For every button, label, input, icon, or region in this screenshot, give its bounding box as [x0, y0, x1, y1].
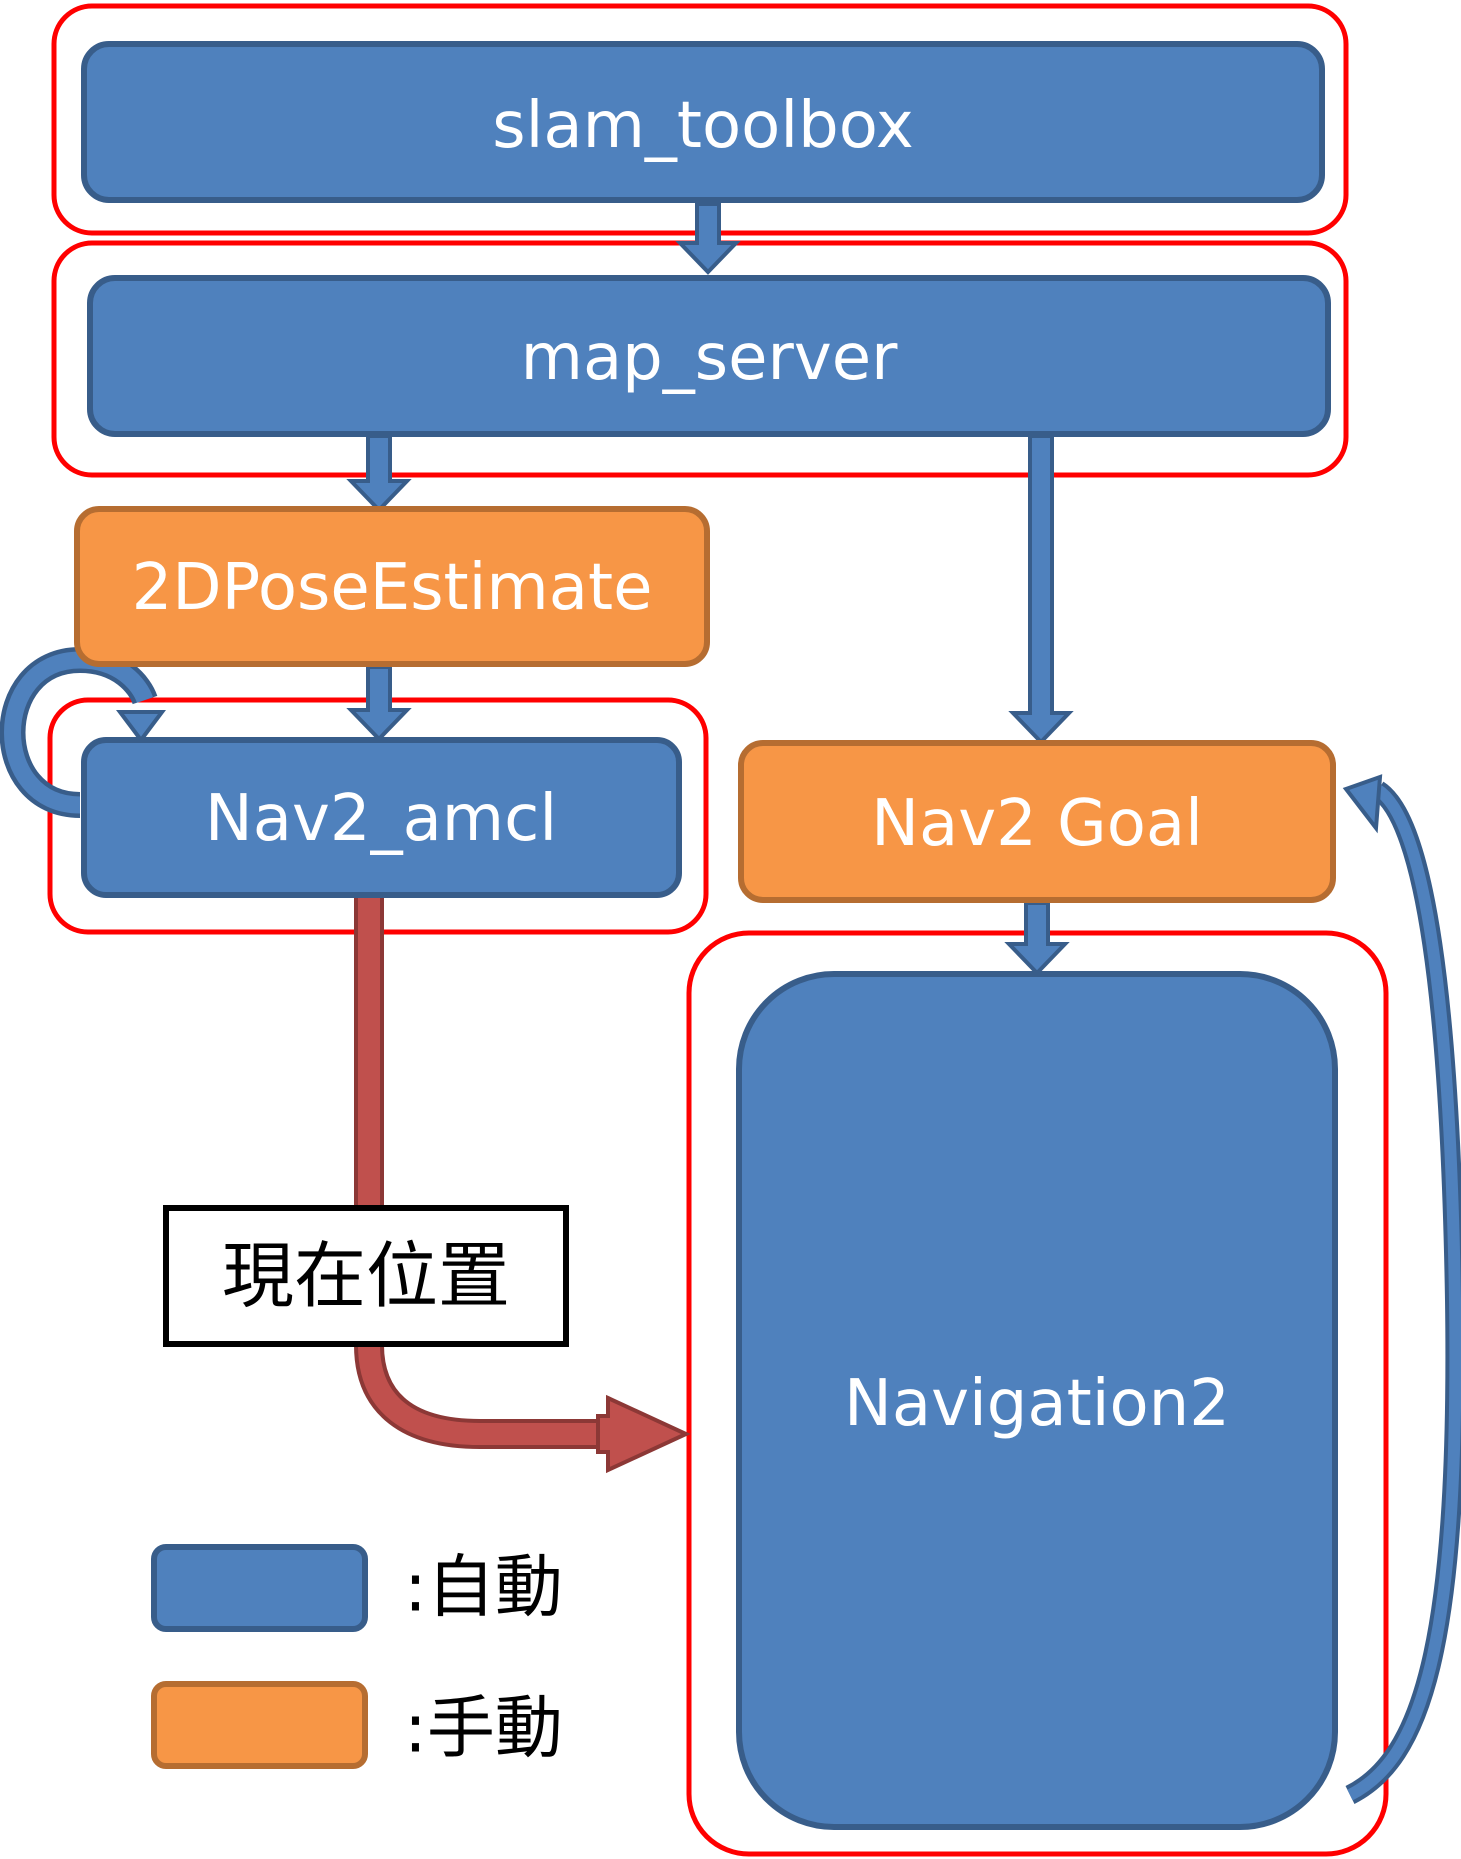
legend-manual-swatch [151, 1681, 368, 1769]
goal-label: Nav2 Goal [871, 787, 1203, 861]
navigation-node: Navigation2 [736, 971, 1338, 1830]
system-diagram: slam_toolbox map_server 2DPoseEstimate N… [0, 3, 1461, 1857]
current-position-label: 現在位置 [222, 1234, 510, 1318]
slam-toolbox-label: slam_toolbox [492, 89, 914, 163]
legend-auto-swatch [151, 1544, 368, 1632]
current-position-arrow [354, 895, 691, 1474]
goal-node: Nav2 Goal [738, 740, 1336, 903]
map-server-node: map_server [87, 275, 1331, 437]
pose-estimate-label: 2DPoseEstimate [132, 551, 653, 625]
slam-toolbox-node: slam_toolbox [81, 41, 1325, 203]
legend: :自動 :手動 [151, 1544, 563, 1769]
current-position-label-box: 現在位置 [163, 1205, 569, 1347]
legend-manual-label: :手動 [404, 1690, 563, 1769]
legend-auto-label: :自動 [404, 1549, 563, 1628]
amcl-label: Nav2_amcl [205, 782, 557, 856]
navigation-label: Navigation2 [844, 1367, 1230, 1441]
amcl-node: Nav2_amcl [81, 737, 682, 898]
map-server-label: map_server [521, 321, 898, 395]
navigation-to-goal-feedback-arrow [1342, 774, 1461, 1804]
arrow-map-to-goal [1008, 434, 1074, 745]
legend-manual: :手動 [151, 1681, 563, 1769]
arrow-goal-to-navigation [1004, 901, 1070, 976]
pose-estimate-node: 2DPoseEstimate [74, 506, 710, 667]
arrow-slam-to-map [675, 202, 741, 275]
legend-auto: :自動 [151, 1544, 563, 1632]
arrow-pose-to-amcl [346, 665, 412, 742]
